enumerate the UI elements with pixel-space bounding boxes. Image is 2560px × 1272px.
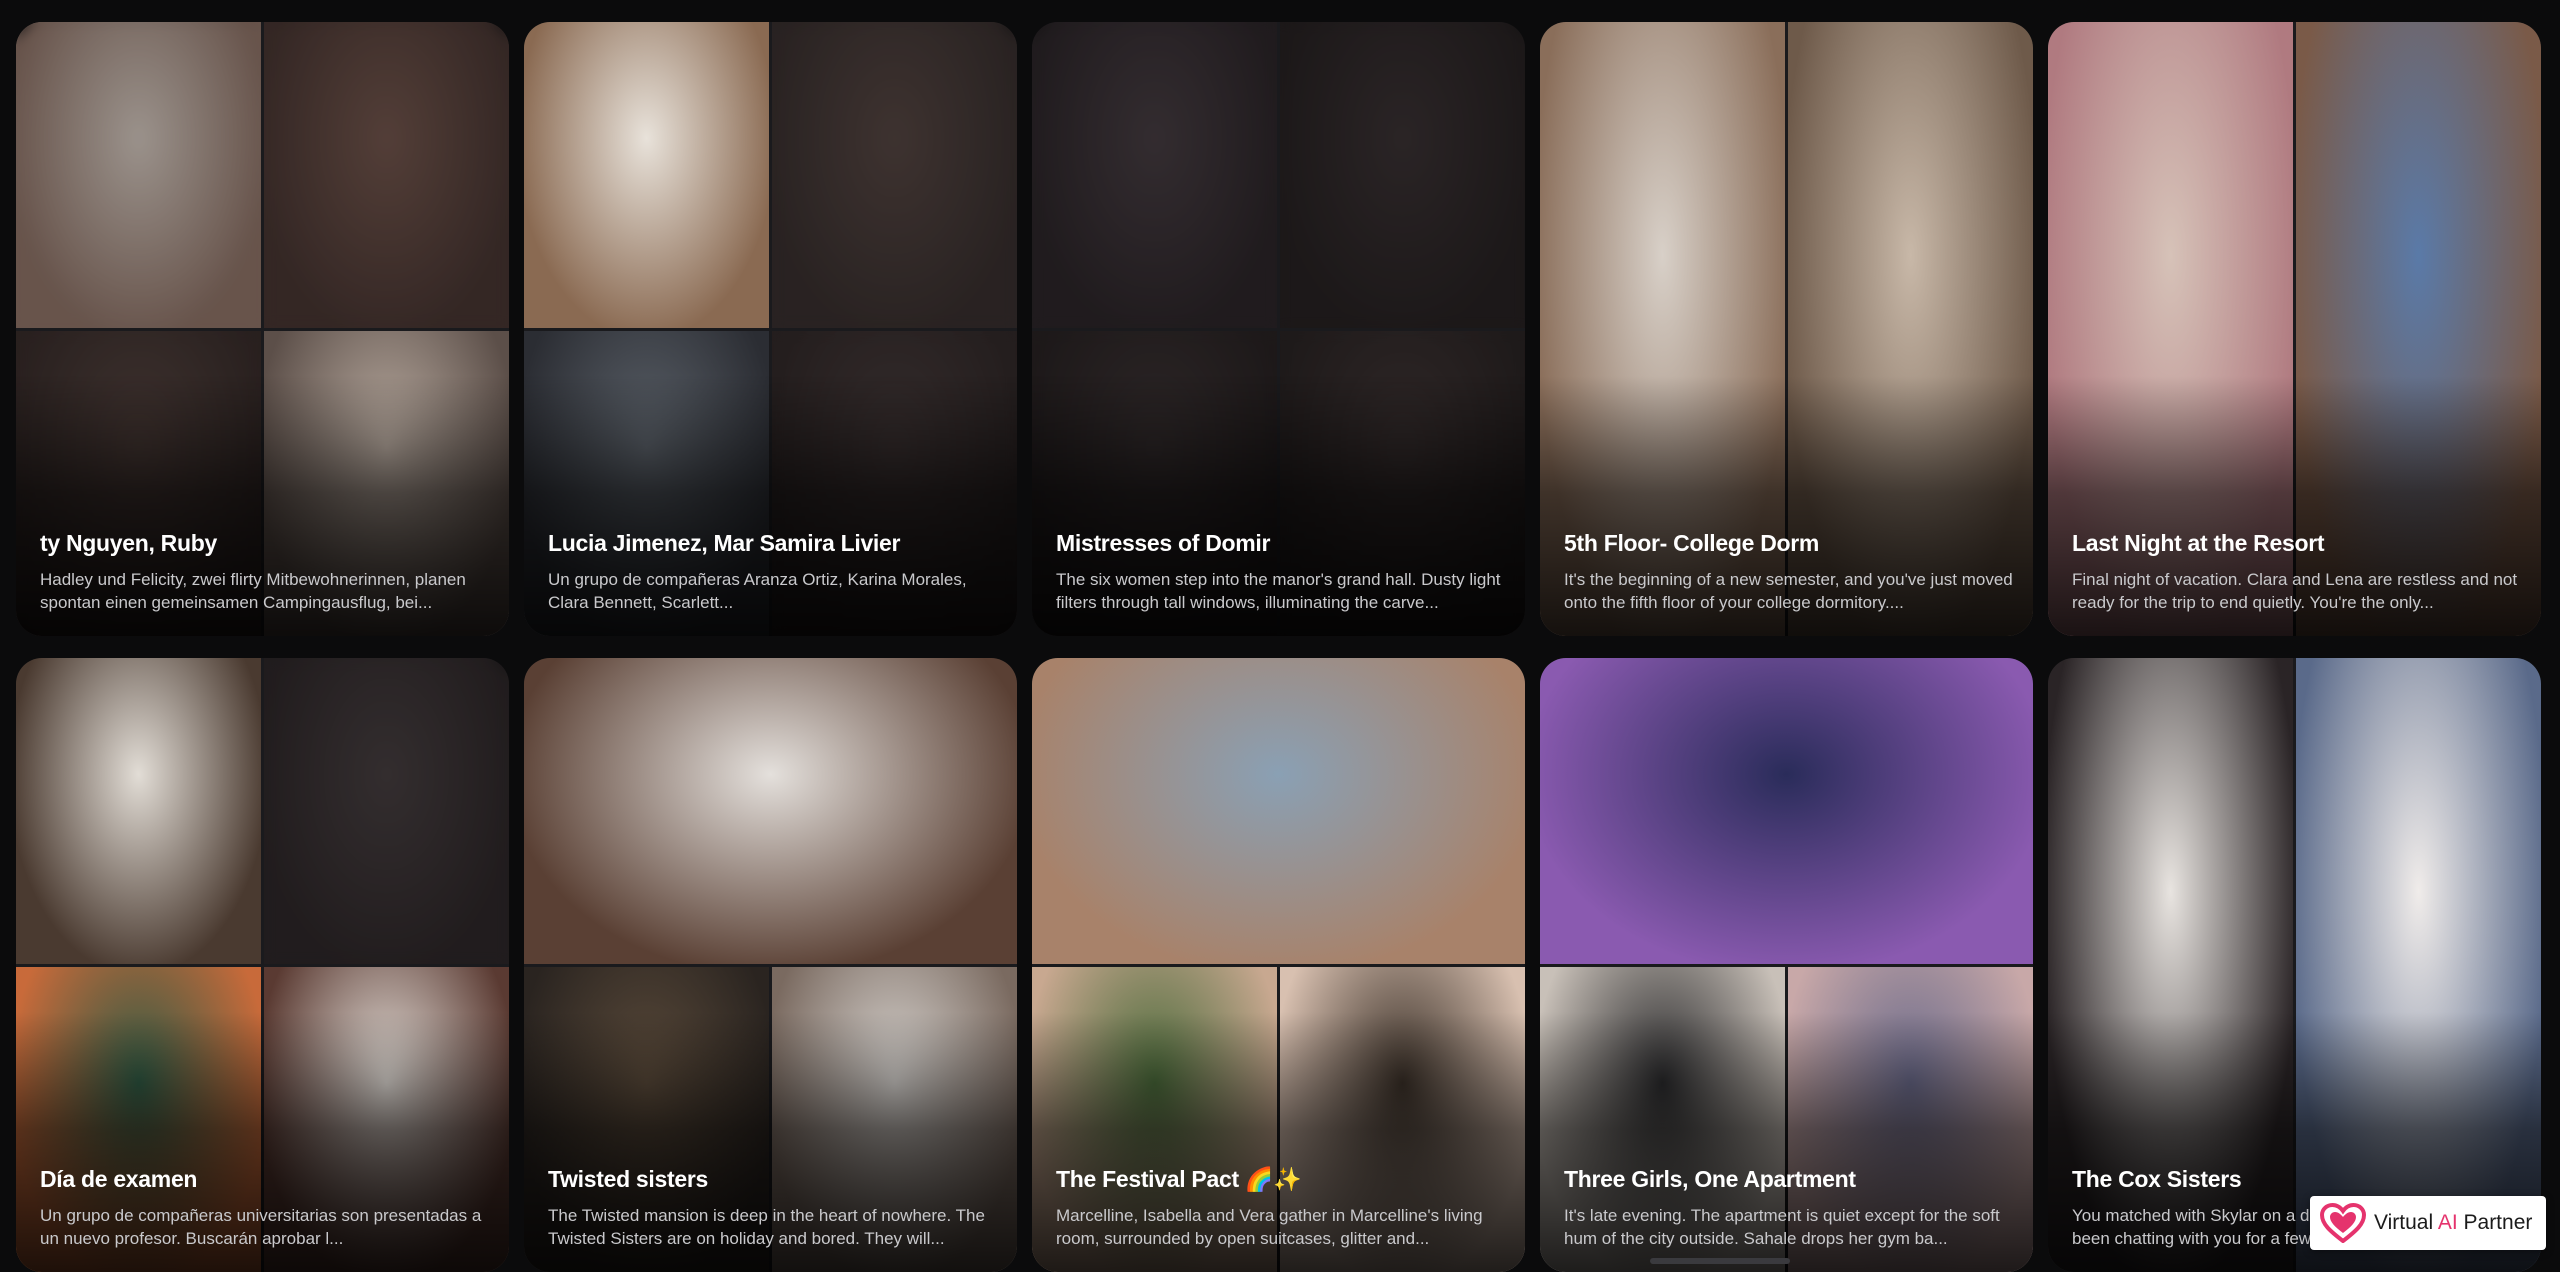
- scroll-indicator[interactable]: [1650, 1258, 1790, 1264]
- heart-logo-icon: [2320, 1203, 2366, 1243]
- card-description: It's late evening. The apartment is quie…: [1564, 1204, 2013, 1250]
- card-description: Un grupo de compañeras universitarias so…: [40, 1204, 489, 1250]
- blurred-character-image: [1280, 22, 1525, 328]
- blurred-character-image: [1032, 22, 1277, 328]
- card-description: Marcelline, Isabella and Vera gather in …: [1056, 1204, 1505, 1250]
- card-title: The Cox Sisters: [2072, 1165, 2521, 1194]
- blurred-character-image: [264, 22, 509, 328]
- card-description: Hadley und Felicity, zwei flirty Mitbewo…: [40, 568, 489, 614]
- card-info: ty Nguyen, Ruby Hadley und Felicity, zwei…: [40, 529, 489, 614]
- card-info: Mistresses of Domir The six women step in…: [1056, 529, 1505, 614]
- character-image: [524, 658, 1017, 964]
- character-card-grid: ty Nguyen, Ruby Hadley und Felicity, zwei…: [16, 22, 2544, 1264]
- card-description: Final night of vacation. Clara and Lena …: [2072, 568, 2521, 614]
- brand-watermark: Virtual AI Partner: [2310, 1196, 2546, 1250]
- character-card[interactable]: Twisted sisters The Twisted mansion is de…: [524, 658, 1017, 1272]
- card-title: The Festival Pact 🌈✨: [1056, 1165, 1505, 1194]
- character-card[interactable]: Día de examen Un grupo de compañeras univ…: [16, 658, 509, 1272]
- character-image: [16, 658, 261, 964]
- card-title: ty Nguyen, Ruby: [40, 529, 489, 558]
- character-card[interactable]: The Cox SistersYou matched with Skylar o…: [2048, 658, 2541, 1272]
- character-card[interactable]: ty Nguyen, Ruby Hadley und Felicity, zwei…: [16, 22, 509, 636]
- card-description: The Twisted mansion is deep in the heart…: [548, 1204, 997, 1250]
- card-title: Twisted sisters: [548, 1165, 997, 1194]
- character-image: [524, 22, 769, 328]
- card-title: Three Girls, One Apartment: [1564, 1165, 2013, 1194]
- character-image: [1540, 658, 2033, 964]
- card-description: Un grupo de compañeras Aranza Ortiz, Kar…: [548, 568, 997, 614]
- card-description: The six women step into the manor's gran…: [1056, 568, 1505, 614]
- card-title: Mistresses of Domir: [1056, 529, 1505, 558]
- character-image: [1032, 658, 1525, 964]
- card-info: Three Girls, One Apartment It's late even…: [1564, 1165, 2013, 1250]
- card-info: 5th Floor- College Dorm It's the beginnin…: [1564, 529, 2013, 614]
- character-card[interactable]: 5th Floor- College Dorm It's the beginnin…: [1540, 22, 2033, 636]
- card-info: Lucia Jimenez, Mar Samira Livier Un grupo…: [548, 529, 997, 614]
- card-title: Last Night at the Resort: [2072, 529, 2521, 558]
- character-card[interactable]: The Festival Pact 🌈✨ Marcelline, Isabella…: [1032, 658, 1525, 1272]
- card-info: Last Night at the Resort Final night of v…: [2072, 529, 2521, 614]
- blurred-character-image: [264, 658, 509, 964]
- character-card[interactable]: Three Girls, One Apartment It's late even…: [1540, 658, 2033, 1272]
- card-info: The Festival Pact 🌈✨ Marcelline, Isabella…: [1056, 1165, 1505, 1250]
- character-card[interactable]: Lucia Jimenez, Mar Samira Livier Un grupo…: [524, 22, 1017, 636]
- blurred-character-image: [16, 22, 261, 328]
- card-description: It's the beginning of a new semester, an…: [1564, 568, 2013, 614]
- card-title: 5th Floor- College Dorm: [1564, 529, 2013, 558]
- card-title: Lucia Jimenez, Mar Samira Livier: [548, 529, 997, 558]
- card-info: Día de examen Un grupo de compañeras univ…: [40, 1165, 489, 1250]
- card-info: Twisted sisters The Twisted mansion is de…: [548, 1165, 997, 1250]
- character-card[interactable]: Last Night at the Resort Final night of v…: [2048, 22, 2541, 636]
- character-card[interactable]: Mistresses of Domir The six women step in…: [1032, 22, 1525, 636]
- card-title: Día de examen: [40, 1165, 489, 1194]
- brand-name: Virtual AI Partner: [2374, 1211, 2532, 1235]
- blurred-character-image: [772, 22, 1017, 328]
